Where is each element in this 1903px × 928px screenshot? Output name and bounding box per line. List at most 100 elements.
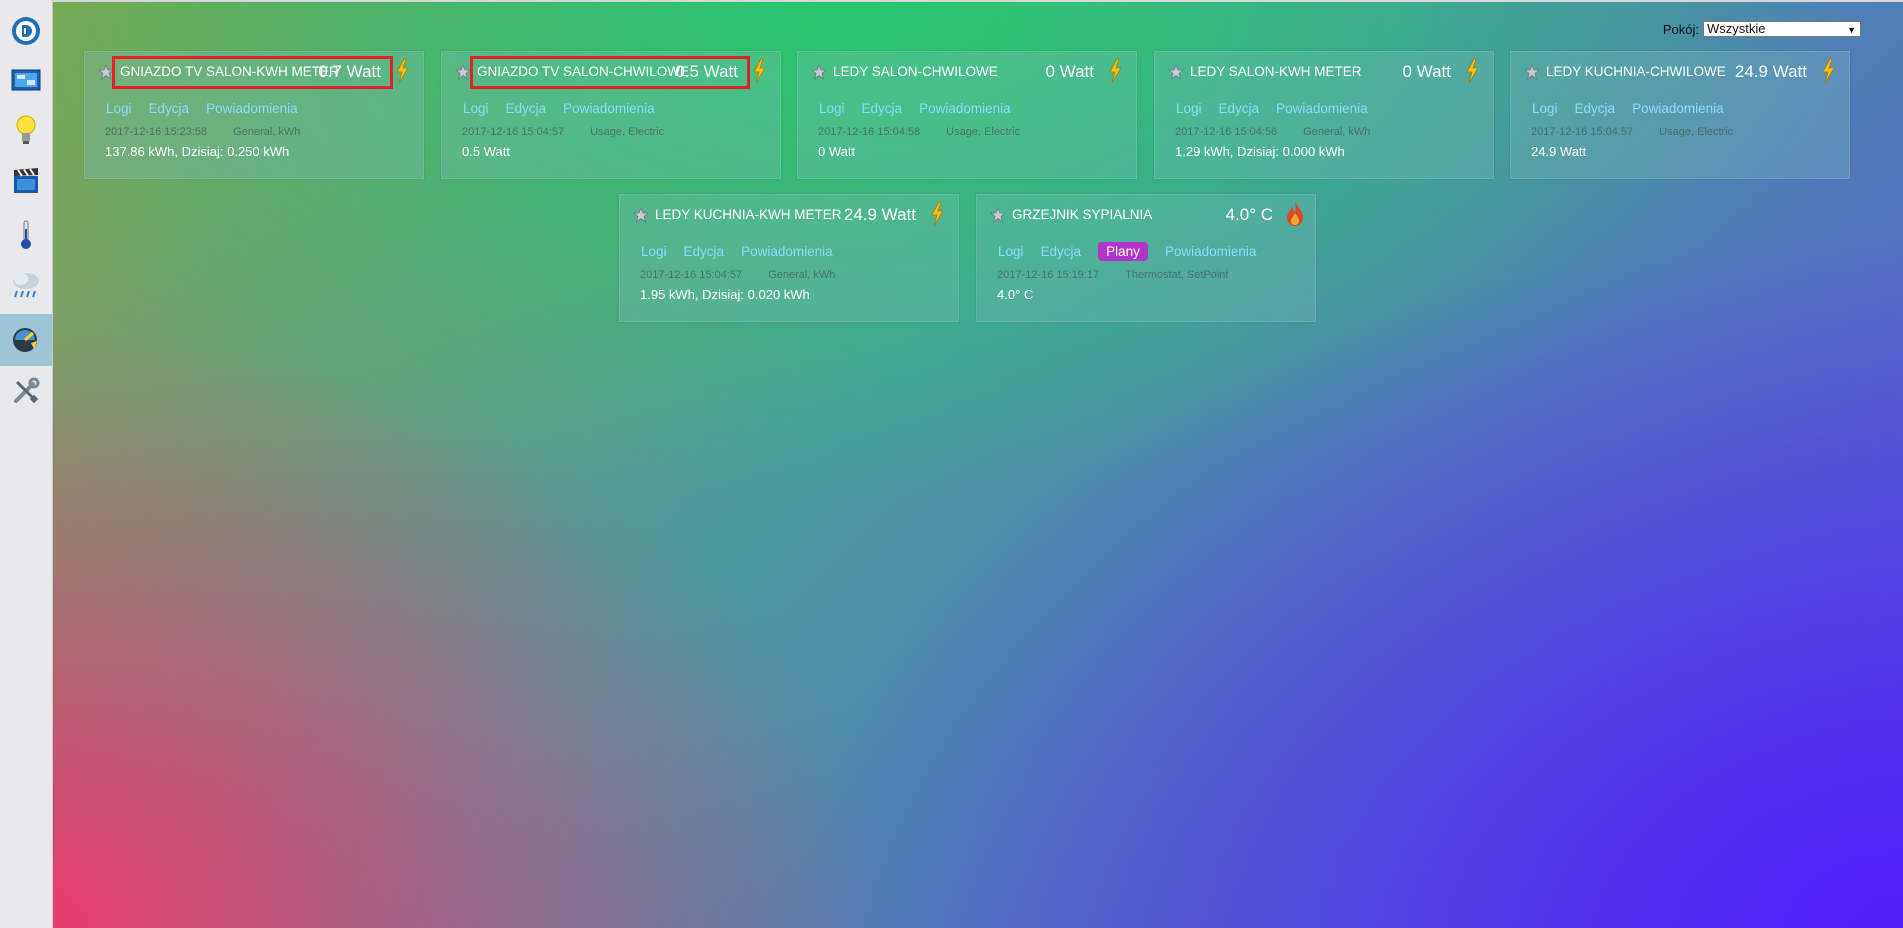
device-summary: 1.29 kWh, Dzisiaj: 0.000 kWh — [1175, 144, 1345, 159]
device-meta: 2017-12-16 15:04:57 Usage, Electric — [462, 126, 664, 138]
device-type: General, kWh — [1303, 126, 1371, 138]
lightning-icon[interactable] — [1463, 58, 1481, 84]
last-update-timestamp: 2017-12-16 15:04:57 — [1531, 126, 1634, 138]
notifications-link[interactable]: Powiadomienia — [206, 101, 298, 116]
device-summary: 137.86 kWh, Dzisiaj: 0.250 kWh — [105, 144, 290, 159]
lightning-icon[interactable] — [1819, 58, 1837, 84]
last-update-timestamp: 2017-12-16 15:04:57 — [640, 269, 743, 281]
device-name: LEDY KUCHNIA-CHWILOWE — [1546, 64, 1726, 79]
edit-link[interactable]: Edycja — [1041, 244, 1082, 259]
notifications-link[interactable]: Powiadomienia — [1165, 244, 1257, 259]
device-links: Logi Edycja Powiadomienia — [819, 101, 1011, 116]
notifications-link[interactable]: Powiadomienia — [563, 101, 655, 116]
edit-link[interactable]: Edycja — [506, 101, 547, 116]
device-meta: 2017-12-16 15:23:58 General, kWh — [105, 126, 300, 138]
plans-link[interactable]: Plany — [1098, 242, 1148, 261]
flame-icon[interactable] — [1285, 201, 1303, 227]
device-value: 0 Watt — [1402, 62, 1452, 81]
device-summary: 4.0° C — [997, 287, 1034, 302]
scenes-icon[interactable] — [0, 158, 52, 204]
notifications-link[interactable]: Powiadomienia — [919, 101, 1011, 116]
device-name: LEDY SALON-CHWILOWE — [833, 64, 998, 79]
notifications-link[interactable]: Powiadomienia — [1632, 101, 1724, 116]
edit-link[interactable]: Edycja — [1219, 101, 1260, 116]
device-links: Logi Edycja Powiadomienia — [106, 101, 298, 116]
lightbulb-icon[interactable] — [0, 107, 52, 153]
thermometer-icon[interactable] — [0, 212, 52, 258]
device-card: LEDY SALON-KWH METER 0 Watt Logi Edycja … — [1154, 51, 1494, 179]
lightning-icon[interactable] — [750, 58, 768, 84]
device-value: 4.0° C — [1225, 205, 1273, 224]
highlight-box — [470, 56, 750, 89]
device-links: Logi Edycja Plany Powiadomienia — [998, 242, 1257, 261]
logs-link[interactable]: Logi — [463, 101, 489, 116]
device-value: 0 Watt — [1045, 62, 1095, 81]
device-type: General, kWh — [768, 269, 836, 281]
utility-icon[interactable] — [0, 314, 52, 366]
lightning-icon[interactable] — [1106, 58, 1124, 84]
dashboard-icon[interactable] — [0, 57, 52, 103]
edit-link[interactable]: Edycja — [149, 101, 190, 116]
device-value: 24.9 Watt — [843, 205, 916, 224]
device-meta: 2017-12-16 15:04:58 Usage, Electric — [818, 126, 1020, 138]
device-card: LEDY KUCHNIA-CHWILOWE 24.9 Watt Logi Edy… — [1510, 51, 1850, 179]
logs-link[interactable]: Logi — [106, 101, 132, 116]
device-card: LEDY KUCHNIA-KWH METER 24.9 Watt Logi Ed… — [619, 194, 959, 322]
last-update-timestamp: 2017-12-16 15:04:57 — [462, 126, 565, 138]
lightning-icon[interactable] — [928, 201, 946, 227]
favorite-star-icon[interactable] — [1523, 63, 1541, 81]
sidebar — [0, 0, 53, 928]
device-type: Thermostat, SetPoint — [1125, 269, 1229, 281]
room-filter-label: Pokój: — [1662, 21, 1699, 37]
device-meta: 2017-12-16 15:04:56 General, kWh — [1175, 126, 1370, 138]
device-meta: 2017-12-16 15:19:17 Thermostat, SetPoint — [997, 269, 1228, 281]
logs-link[interactable]: Logi — [641, 244, 667, 259]
room-filter: Pokój: Wszystkie ▼ — [1663, 21, 1861, 37]
device-links: Logi Edycja Powiadomienia — [463, 101, 655, 116]
device-card: GRZEJNIK SYPIALNIA 4.0° C Logi Edycja Pl… — [976, 194, 1316, 322]
edit-link[interactable]: Edycja — [1575, 101, 1616, 116]
edit-link[interactable]: Edycja — [684, 244, 725, 259]
highlight-box — [112, 56, 393, 89]
weather-icon[interactable] — [0, 262, 52, 308]
device-links: Logi Edycja Powiadomienia — [1176, 101, 1368, 116]
favorite-star-icon[interactable] — [810, 63, 828, 81]
device-value: 24.9 Watt — [1734, 62, 1807, 81]
last-update-timestamp: 2017-12-16 15:04:58 — [818, 126, 921, 138]
logs-link[interactable]: Logi — [1532, 101, 1558, 116]
favorite-star-icon[interactable] — [989, 206, 1007, 224]
logs-link[interactable]: Logi — [1176, 101, 1202, 116]
notifications-link[interactable]: Powiadomienia — [1276, 101, 1368, 116]
logs-link[interactable]: Logi — [998, 244, 1024, 259]
device-summary: 0 Watt — [818, 144, 856, 159]
last-update-timestamp: 2017-12-16 15:23:58 — [105, 126, 208, 138]
room-select-value: Wszystkie — [1707, 21, 1766, 36]
notifications-link[interactable]: Powiadomienia — [741, 244, 833, 259]
favorite-star-icon[interactable] — [454, 63, 472, 81]
device-meta: 2017-12-16 15:04:57 Usage, Electric — [1531, 126, 1733, 138]
logs-link[interactable]: Logi — [819, 101, 845, 116]
device-summary: 0.5 Watt — [462, 144, 510, 159]
dropdown-arrow-icon: ▼ — [1847, 25, 1856, 35]
device-type: Usage, Electric — [590, 126, 665, 138]
room-select[interactable]: Wszystkie ▼ — [1703, 21, 1861, 37]
last-update-timestamp: 2017-12-16 15:04:56 — [1175, 126, 1278, 138]
device-type: Usage, Electric — [946, 126, 1021, 138]
device-links: Logi Edycja Powiadomienia — [1532, 101, 1724, 116]
device-type: General, kWh — [233, 126, 301, 138]
setup-tools-icon[interactable] — [0, 368, 52, 414]
device-name: GRZEJNIK SYPIALNIA — [1012, 207, 1153, 222]
favorite-star-icon[interactable] — [632, 206, 650, 224]
device-summary: 24.9 Watt — [1531, 144, 1587, 159]
favorite-star-icon[interactable] — [1167, 63, 1185, 81]
device-name: LEDY SALON-KWH METER — [1190, 64, 1362, 79]
edit-link[interactable]: Edycja — [862, 101, 903, 116]
logo-icon[interactable] — [0, 8, 52, 54]
device-meta: 2017-12-16 15:04:57 General, kWh — [640, 269, 835, 281]
device-links: Logi Edycja Powiadomienia — [641, 244, 833, 259]
device-card: LEDY SALON-CHWILOWE 0 Watt Logi Edycja P… — [797, 51, 1137, 179]
lightning-icon[interactable] — [393, 58, 411, 84]
device-summary: 1.95 kWh, Dzisiaj: 0.020 kWh — [640, 287, 810, 302]
device-type: Usage, Electric — [1659, 126, 1734, 138]
device-name: LEDY KUCHNIA-KWH METER — [655, 207, 842, 222]
